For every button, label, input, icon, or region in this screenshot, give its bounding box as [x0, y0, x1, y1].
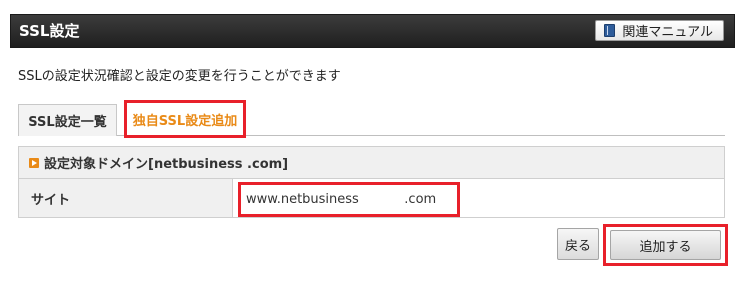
tab-ssl-list[interactable]: SSL設定一覧 [18, 104, 117, 136]
related-manual-label: 関連マニュアル [622, 25, 713, 40]
tab-add-custom-ssl[interactable]: 独自SSL設定追加 [124, 100, 246, 138]
target-domain-label: 設定対象ドメイン[netbusiness .com] [44, 157, 289, 172]
ssl-settings-page: SSL設定 関連マニュアル SSLの設定状況確認と設定の変更を行うことができます… [0, 0, 746, 300]
add-button[interactable]: 追加する [610, 230, 721, 260]
target-domain-header: 設定対象ドメイン[netbusiness .com] [19, 147, 724, 179]
back-button[interactable]: 戻る [557, 228, 599, 260]
book-icon [604, 24, 616, 37]
related-manual-button[interactable]: 関連マニュアル [595, 20, 724, 41]
arrow-right-icon [29, 157, 39, 168]
site-select[interactable]: www.netbusiness .com [238, 182, 460, 217]
page-header: SSL設定 関連マニュアル [10, 14, 735, 48]
site-value-cell: www.netbusiness .com [233, 179, 724, 217]
page-description: SSLの設定状況確認と設定の変更を行うことができます [18, 69, 341, 84]
page-title: SSL設定 [19, 22, 80, 40]
site-row: サイト www.netbusiness .com [19, 179, 724, 217]
ssl-add-form-table: 設定対象ドメイン[netbusiness .com] サイト www.netbu… [18, 146, 725, 218]
site-label: サイト [19, 179, 233, 217]
add-button-highlight[interactable]: 追加する [603, 224, 728, 266]
